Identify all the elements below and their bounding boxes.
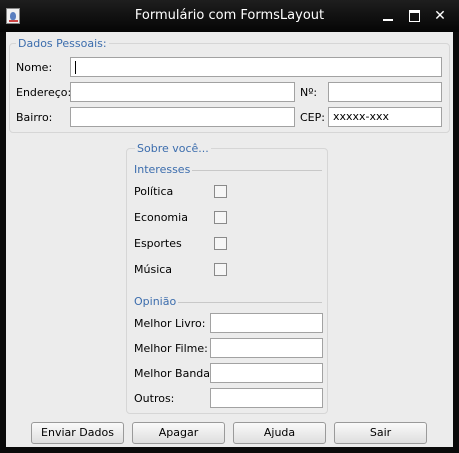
melhor-livro-label: Melhor Livro: (134, 317, 206, 330)
economia-checkbox[interactable] (214, 211, 227, 224)
outros-input[interactable] (210, 388, 323, 408)
form-panel: Dados Pessoais: Nome: Endereço: Nº: Bair… (6, 32, 453, 447)
minimize-button[interactable] (378, 7, 398, 25)
numero-input[interactable] (328, 82, 442, 102)
bairro-label: Bairro: (16, 111, 53, 124)
esportes-checkbox[interactable] (214, 237, 227, 250)
cep-input[interactable]: xxxxx-xxx (328, 107, 442, 127)
economia-label: Economia (134, 211, 188, 224)
maximize-icon (409, 10, 420, 22)
text-cursor (75, 61, 76, 74)
opinion-separator-label: Opinião (134, 295, 177, 308)
title-bar[interactable]: Formulário com FormsLayout ✕ (0, 0, 459, 32)
minimize-icon (383, 19, 393, 21)
melhor-banda-input[interactable] (210, 363, 323, 383)
bairro-input[interactable] (70, 107, 295, 127)
melhor-livro-input[interactable] (210, 313, 323, 333)
opinion-separator-line (178, 302, 322, 303)
outros-label: Outros: (134, 392, 175, 405)
esportes-label: Esportes (134, 237, 182, 250)
endereco-label: Endereço: (16, 86, 72, 99)
close-button[interactable]: ✕ (430, 7, 450, 25)
melhor-filme-label: Melhor Filme: (134, 342, 208, 355)
nome-label: Nome: (16, 61, 53, 74)
numero-label: Nº: (300, 86, 318, 99)
interests-separator-line (192, 170, 322, 171)
sair-button[interactable]: Sair (334, 422, 427, 444)
politica-checkbox[interactable] (214, 185, 227, 198)
app-window: Formulário com FormsLayout ✕ Dados Pesso… (0, 0, 459, 453)
endereco-input[interactable] (70, 82, 295, 102)
politica-label: Política (134, 185, 174, 198)
musica-checkbox[interactable] (214, 263, 227, 276)
musica-label: Música (134, 263, 173, 276)
ajuda-button[interactable]: Ajuda (233, 422, 326, 444)
cep-label: CEP: (300, 111, 325, 124)
nome-input[interactable] (70, 57, 442, 77)
personal-data-title: Dados Pessoais: (16, 37, 109, 50)
enviar-dados-button[interactable]: Enviar Dados (31, 422, 124, 444)
interests-separator-label: Interesses (134, 163, 191, 176)
about-you-title: Sobre você... (135, 142, 211, 155)
close-icon: ✕ (434, 8, 446, 24)
maximize-button[interactable] (404, 7, 424, 25)
melhor-banda-label: Melhor Banda: (134, 367, 214, 380)
melhor-filme-input[interactable] (210, 338, 323, 358)
apagar-button[interactable]: Apagar (132, 422, 225, 444)
